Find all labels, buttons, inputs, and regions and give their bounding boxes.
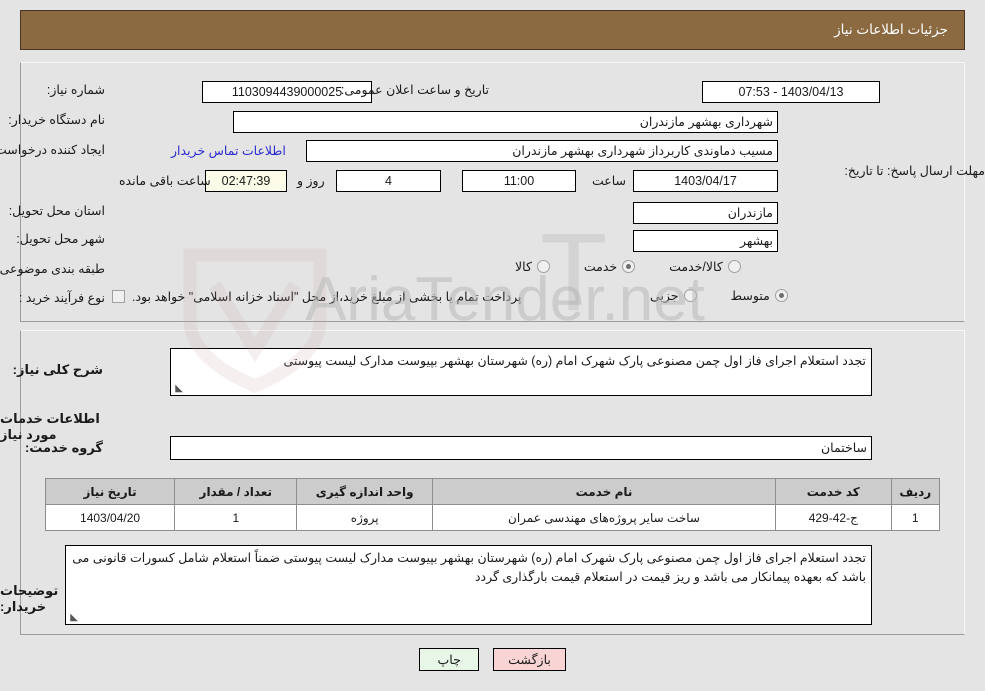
general-description-value: تجدد استعلام اجرای فاز اول چمن مصنوعی پا… [170, 348, 872, 396]
radio-icon[interactable] [536, 260, 550, 273]
deadline-label: مهلت ارسال پاسخ: تا تاریخ: [844, 164, 985, 178]
category-label: طبقه بندی موضوعی: [0, 262, 105, 276]
deadline-date-value: 1403/04/17 [633, 170, 778, 192]
category-option-goods-service[interactable]: کالا/خدمت [669, 259, 741, 274]
remaining-hours-label: ساعت باقی مانده [119, 174, 211, 188]
category-option-label-0: کالا [515, 260, 532, 274]
resize-grip-icon[interactable]: ◣ [68, 613, 78, 623]
purchase-type-radio-group: متوسط جزیی [650, 288, 788, 303]
deadline-days-value: 4 [336, 170, 441, 192]
purchase-type-label-1: متوسط [730, 289, 770, 303]
radio-icon[interactable] [622, 260, 636, 273]
back-button[interactable]: بازگشت [493, 648, 566, 671]
checkbox-icon[interactable] [112, 290, 125, 303]
deadline-time-value: 11:00 [462, 170, 576, 192]
city-label: شهر محل تحویل: [16, 232, 105, 246]
general-description-text: تجدد استعلام اجرای فاز اول چمن مصنوعی پا… [283, 354, 866, 368]
resize-grip-icon[interactable]: ◣ [173, 384, 183, 394]
purchase-type-row: نوع فرآیند خرید : [19, 290, 105, 305]
col-qty: تعداد / مقدار [174, 478, 298, 505]
purchase-type-label: نوع فرآیند خرید : [18, 291, 105, 305]
cell-code: ج-42-429 [775, 504, 892, 531]
col-date: تاریخ نیاز [44, 478, 176, 505]
cell-unit: پروژه [296, 504, 433, 531]
col-name: نام خدمت [431, 478, 777, 505]
buyer-notes-value: تجدد استعلام اجرای فاز اول چمن مصنوعی پا… [65, 545, 872, 625]
radio-icon[interactable] [774, 289, 788, 302]
cell-name: ساخت سایر پروژه‌های مهندسی عمران [431, 504, 777, 531]
category-radio-group: کالا/خدمت خدمت کالا [515, 259, 780, 274]
buyer-org-label: نام دستگاه خریدار: [8, 113, 105, 127]
col-code: کد خدمت [775, 478, 892, 505]
purchase-type-label-0: جزیی [650, 289, 679, 303]
city-row: شهر محل تحویل: [16, 231, 105, 246]
announce-datetime-value: 1403/04/13 - 07:53 [702, 81, 880, 103]
creator-label: ایجاد کننده درخواست: [0, 143, 105, 157]
province-value: مازندران [633, 202, 778, 224]
col-unit: واحد اندازه گیری [296, 478, 433, 505]
buyer-contact-link[interactable]: اطلاعات تماس خریدار [171, 143, 286, 158]
deadline-time-label: ساعت [592, 174, 627, 188]
cell-qty: 1 [174, 504, 298, 531]
category-option-service[interactable]: خدمت [583, 259, 636, 274]
need-number-row: شماره نیاز: [47, 82, 105, 97]
services-info-heading: اطلاعات خدمات مورد نیاز [0, 411, 100, 442]
purchase-type-option-minor[interactable]: جزیی [650, 288, 697, 303]
general-description-label: شرح کلی نیاز: [12, 362, 103, 377]
deadline-row: مهلت ارسال پاسخ: تا تاریخ: [844, 163, 985, 180]
service-group-label: گروه خدمت: [24, 440, 103, 455]
col-row: ردیف [890, 478, 941, 505]
province-label: استان محل تحویل: [8, 204, 105, 218]
table-row: 1 ج-42-429 ساخت سایر پروژه‌های مهندسی عم… [44, 504, 941, 531]
countdown-value: 02:47:39 [205, 170, 287, 192]
need-number-label: شماره نیاز: [46, 83, 105, 97]
treasury-checkbox-label: پرداخت تمام یا بخشی از مبلغ خرید،از محل … [132, 290, 522, 304]
announce-datetime-label-wrap: تاریخ و ساعت اعلان عمومی: [341, 82, 489, 97]
category-option-label-1: خدمت [583, 260, 618, 274]
category-row: طبقه بندی موضوعی: [0, 261, 105, 276]
radio-icon[interactable] [727, 260, 741, 273]
creator-row: ایجاد کننده درخواست: [0, 142, 105, 157]
city-value: بهشهر [633, 230, 778, 252]
treasury-checkbox-row: پرداخت تمام یا بخشی از مبلغ خرید،از محل … [112, 289, 522, 304]
print-button[interactable]: چاپ [419, 648, 480, 671]
announce-datetime-label: تاریخ و ساعت اعلان عمومی: [340, 83, 489, 97]
creator-value: مسیب دماوندی کاربرداز شهرداری بهشهر مازن… [306, 140, 778, 162]
buyer-org-row: نام دستگاه خریدار: [8, 112, 105, 127]
category-option-label-2: کالا/خدمت [669, 260, 723, 274]
province-row: استان محل تحویل: [9, 203, 105, 218]
page-title: جزئیات اطلاعات نیاز [834, 22, 948, 37]
deadline-days-label: روز و [297, 174, 325, 188]
table-header-row: ردیف کد خدمت نام خدمت واحد اندازه گیری ت… [44, 478, 941, 505]
cell-row: 1 [890, 504, 941, 531]
service-group-value: ساختمان [170, 436, 872, 460]
purchase-type-option-medium[interactable]: متوسط [731, 288, 788, 303]
buyer-org-value: شهرداری بهشهر مازندران [233, 111, 778, 133]
services-table: ردیف کد خدمت نام خدمت واحد اندازه گیری ت… [44, 478, 941, 531]
page-header: جزئیات اطلاعات نیاز [20, 10, 965, 50]
buyer-notes-text: تجدد استعلام اجرای فاز اول چمن مصنوعی پا… [72, 551, 866, 584]
category-option-goods[interactable]: کالا [515, 259, 550, 274]
cell-date: 1403/04/20 [44, 504, 176, 531]
action-buttons: بازگشت چاپ [0, 648, 985, 671]
radio-icon[interactable] [683, 289, 697, 302]
